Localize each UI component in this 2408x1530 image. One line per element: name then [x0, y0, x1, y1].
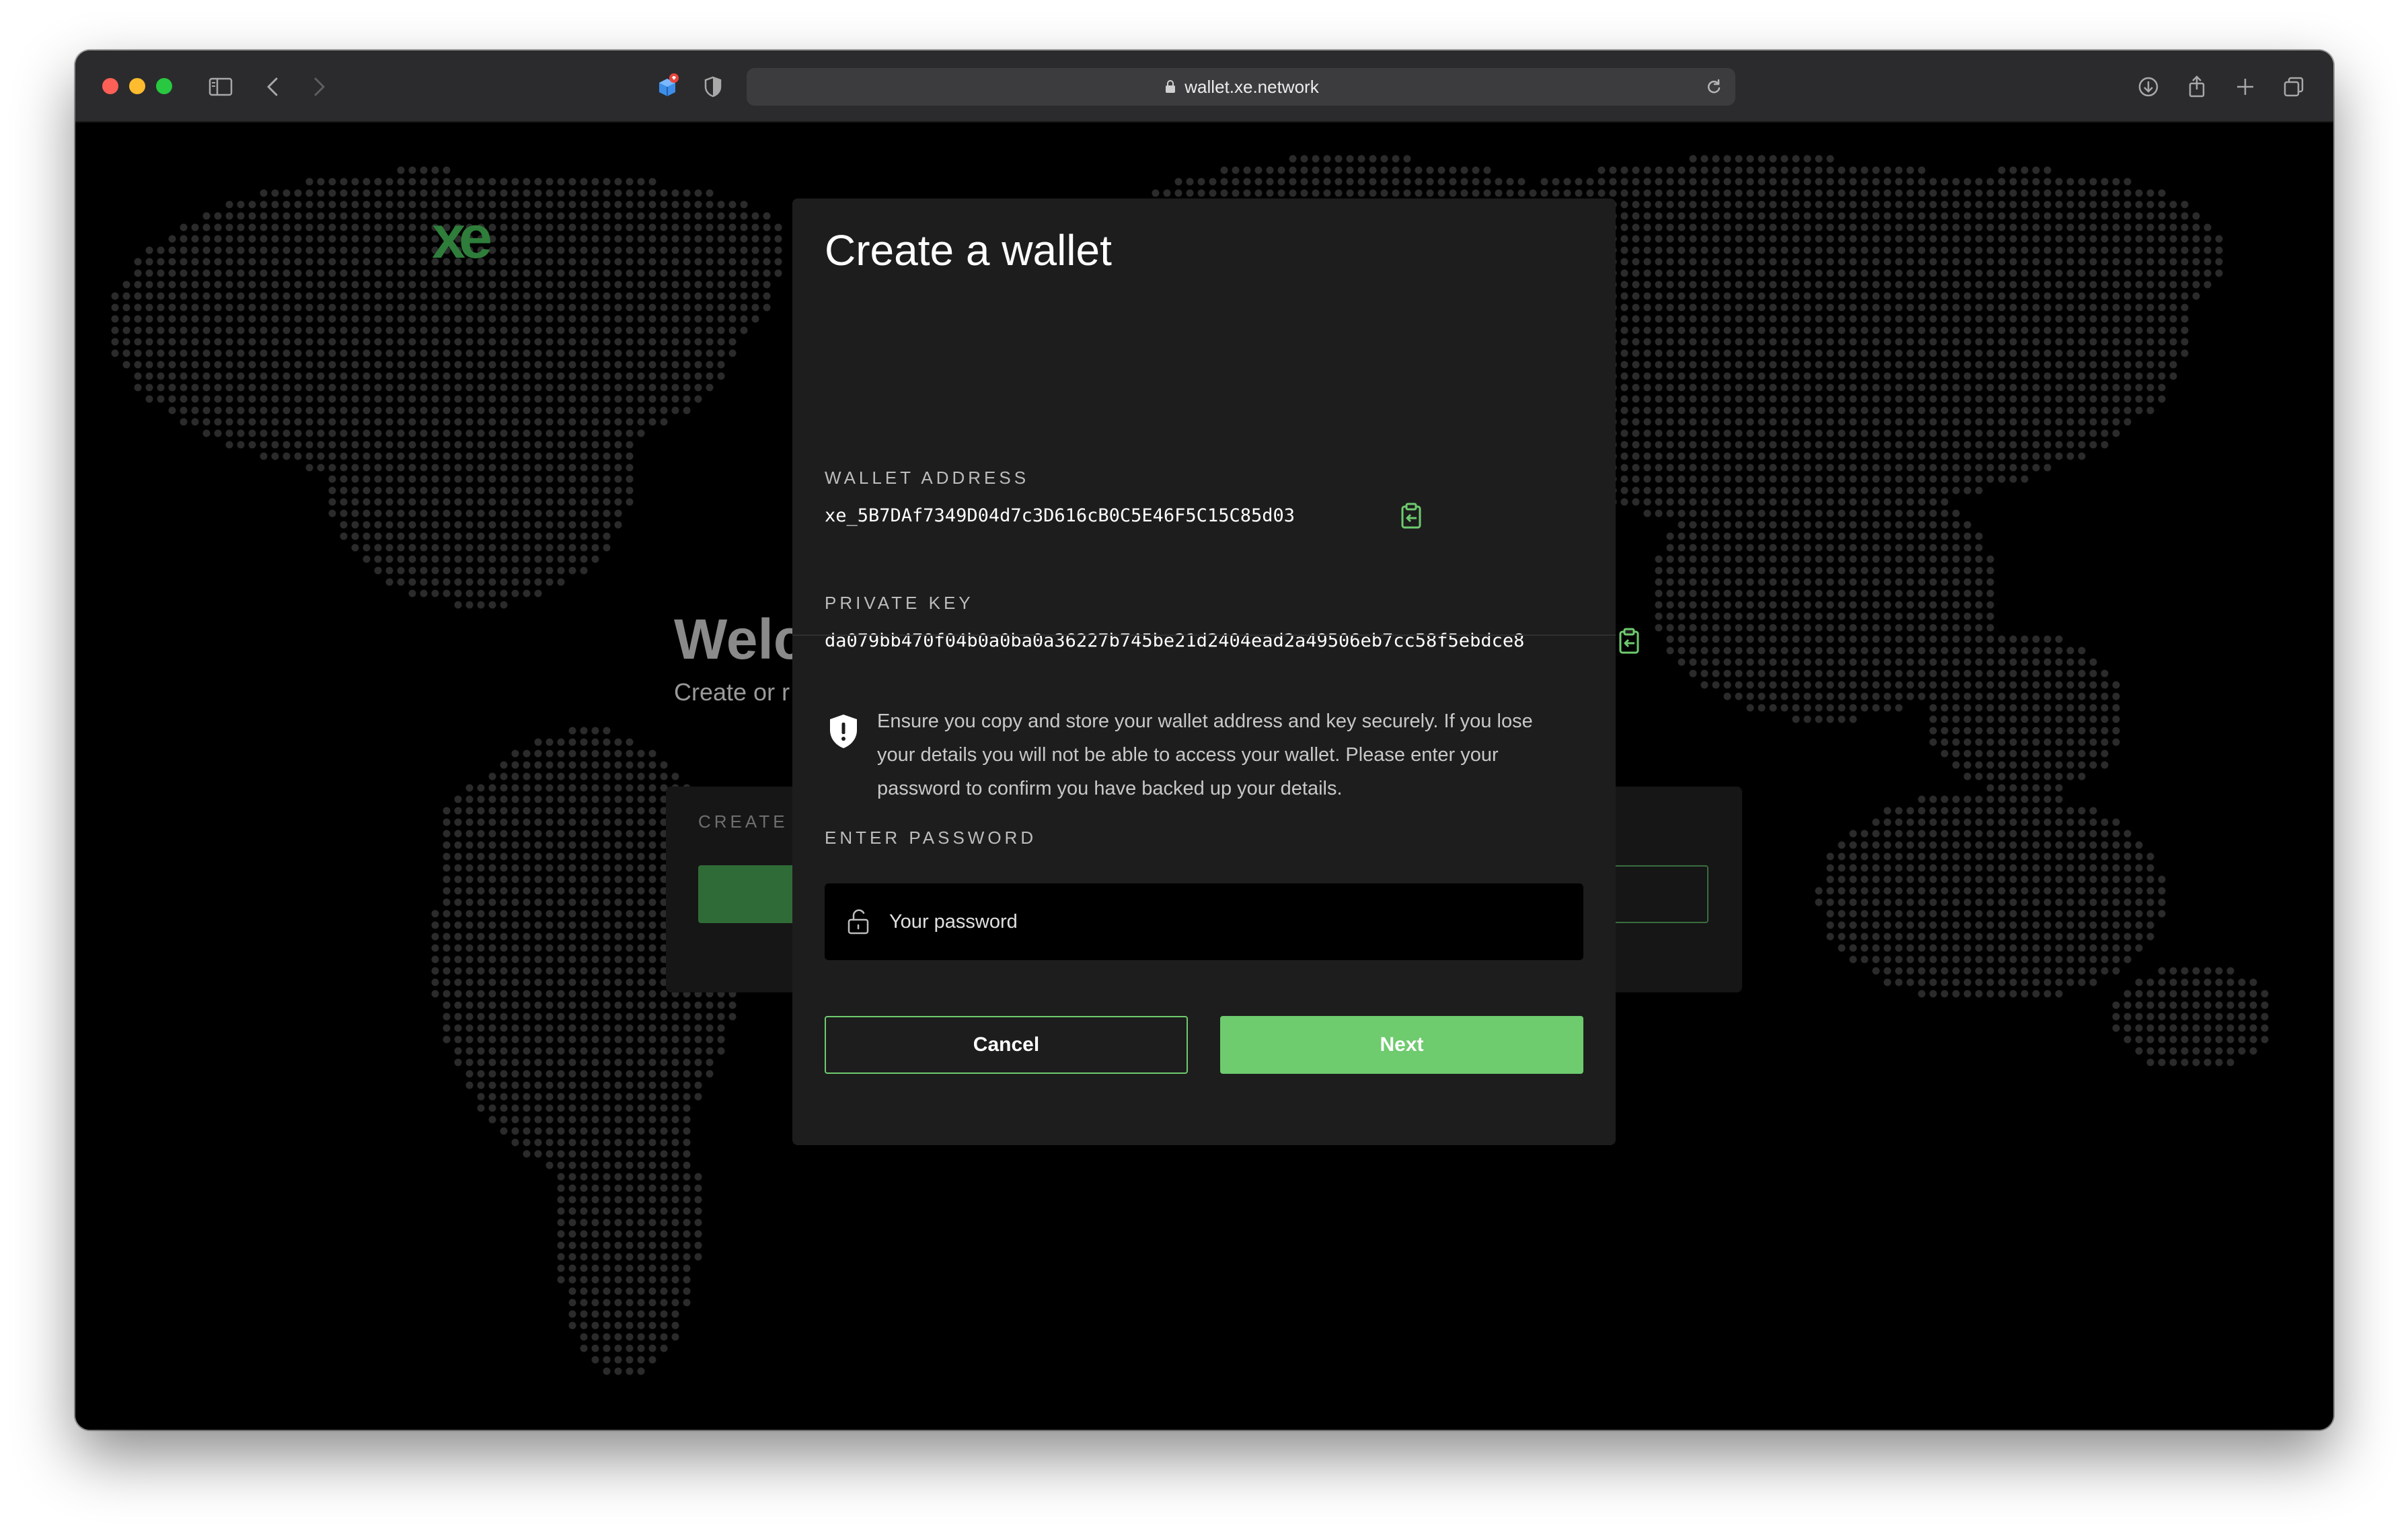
zoom-window-button[interactable] — [156, 78, 172, 94]
new-tab-icon[interactable] — [2228, 69, 2263, 104]
close-window-button[interactable] — [102, 78, 118, 94]
password-input[interactable] — [888, 910, 1583, 934]
tabs-overview-icon[interactable] — [2276, 69, 2311, 104]
shield-warning-icon — [830, 715, 857, 748]
sidebar-icon[interactable] — [203, 69, 238, 104]
wallet-address-value: xe_5B7DAf7349D04d7c3D616cB0C5E46F5C15C85… — [825, 505, 1295, 526]
unlock-icon — [848, 909, 869, 935]
private-key-label: PRIVATE KEY — [825, 593, 974, 613]
modal-title: Create a wallet — [825, 226, 1112, 275]
next-button[interactable]: Next — [1220, 1016, 1583, 1074]
share-icon[interactable] — [2179, 69, 2214, 104]
browser-toolbar: wallet.xe.network — [75, 50, 2333, 122]
password-label: ENTER PASSWORD — [825, 828, 1037, 848]
browser-window: wallet.xe.network xe Welc Create or r CR… — [75, 50, 2333, 1430]
copy-wallet-address-icon[interactable] — [1396, 501, 1426, 531]
shield-icon[interactable] — [695, 69, 730, 104]
wallet-address-label: WALLET ADDRESS — [825, 468, 1030, 488]
modal-divider — [792, 634, 1616, 636]
lock-icon — [1166, 80, 1176, 93]
xe-logo: xe — [432, 204, 492, 271]
cancel-button[interactable]: Cancel — [825, 1016, 1188, 1074]
url-text: wallet.xe.network — [1184, 76, 1319, 97]
welcome-title: Welc — [674, 608, 805, 671]
minimize-window-button[interactable] — [129, 78, 145, 94]
create-wallet-modal: Create a wallet WALLET ADDRESS xe_5B7DAf… — [792, 198, 1639, 1145]
private-key-value: da079bb470f04b0a0ba0a36227b745be21d2404e… — [825, 630, 1525, 651]
backup-notice: Ensure you copy and store your wallet ad… — [877, 711, 1533, 799]
extension-icon[interactable] — [650, 69, 685, 104]
password-field[interactable] — [825, 883, 1583, 960]
download-icon[interactable] — [2131, 69, 2166, 104]
forward-icon[interactable] — [301, 69, 336, 104]
web-content: xe Welc Create or r CREATE A Create a wa… — [75, 122, 2333, 1430]
back-icon[interactable] — [256, 69, 291, 104]
reload-icon[interactable] — [1703, 76, 1725, 98]
welcome-subtitle: Create or r — [674, 678, 790, 706]
address-bar[interactable]: wallet.xe.network — [747, 68, 1735, 106]
copy-private-key-icon[interactable] — [1614, 626, 1644, 656]
